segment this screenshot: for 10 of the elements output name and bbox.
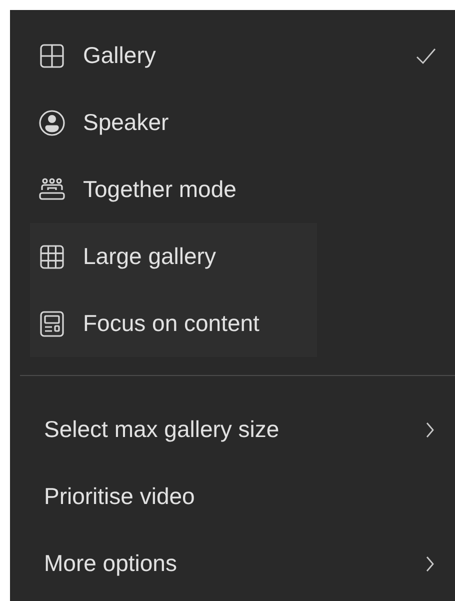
content-icon [37,308,67,338]
menu-item[interactable]: Large gallery [30,223,317,290]
menu-item[interactable]: Prioritise video [10,463,455,530]
menu-item[interactable]: Gallery [30,22,455,89]
menu-item[interactable]: Focus on content [30,290,317,357]
menu-item[interactable]: Speaker [30,89,455,156]
menu-item[interactable]: More options [10,530,455,597]
menu-item[interactable]: Select max gallery size [10,396,455,463]
person-icon [37,108,67,138]
menu-item[interactable]: Together mode [30,156,455,223]
